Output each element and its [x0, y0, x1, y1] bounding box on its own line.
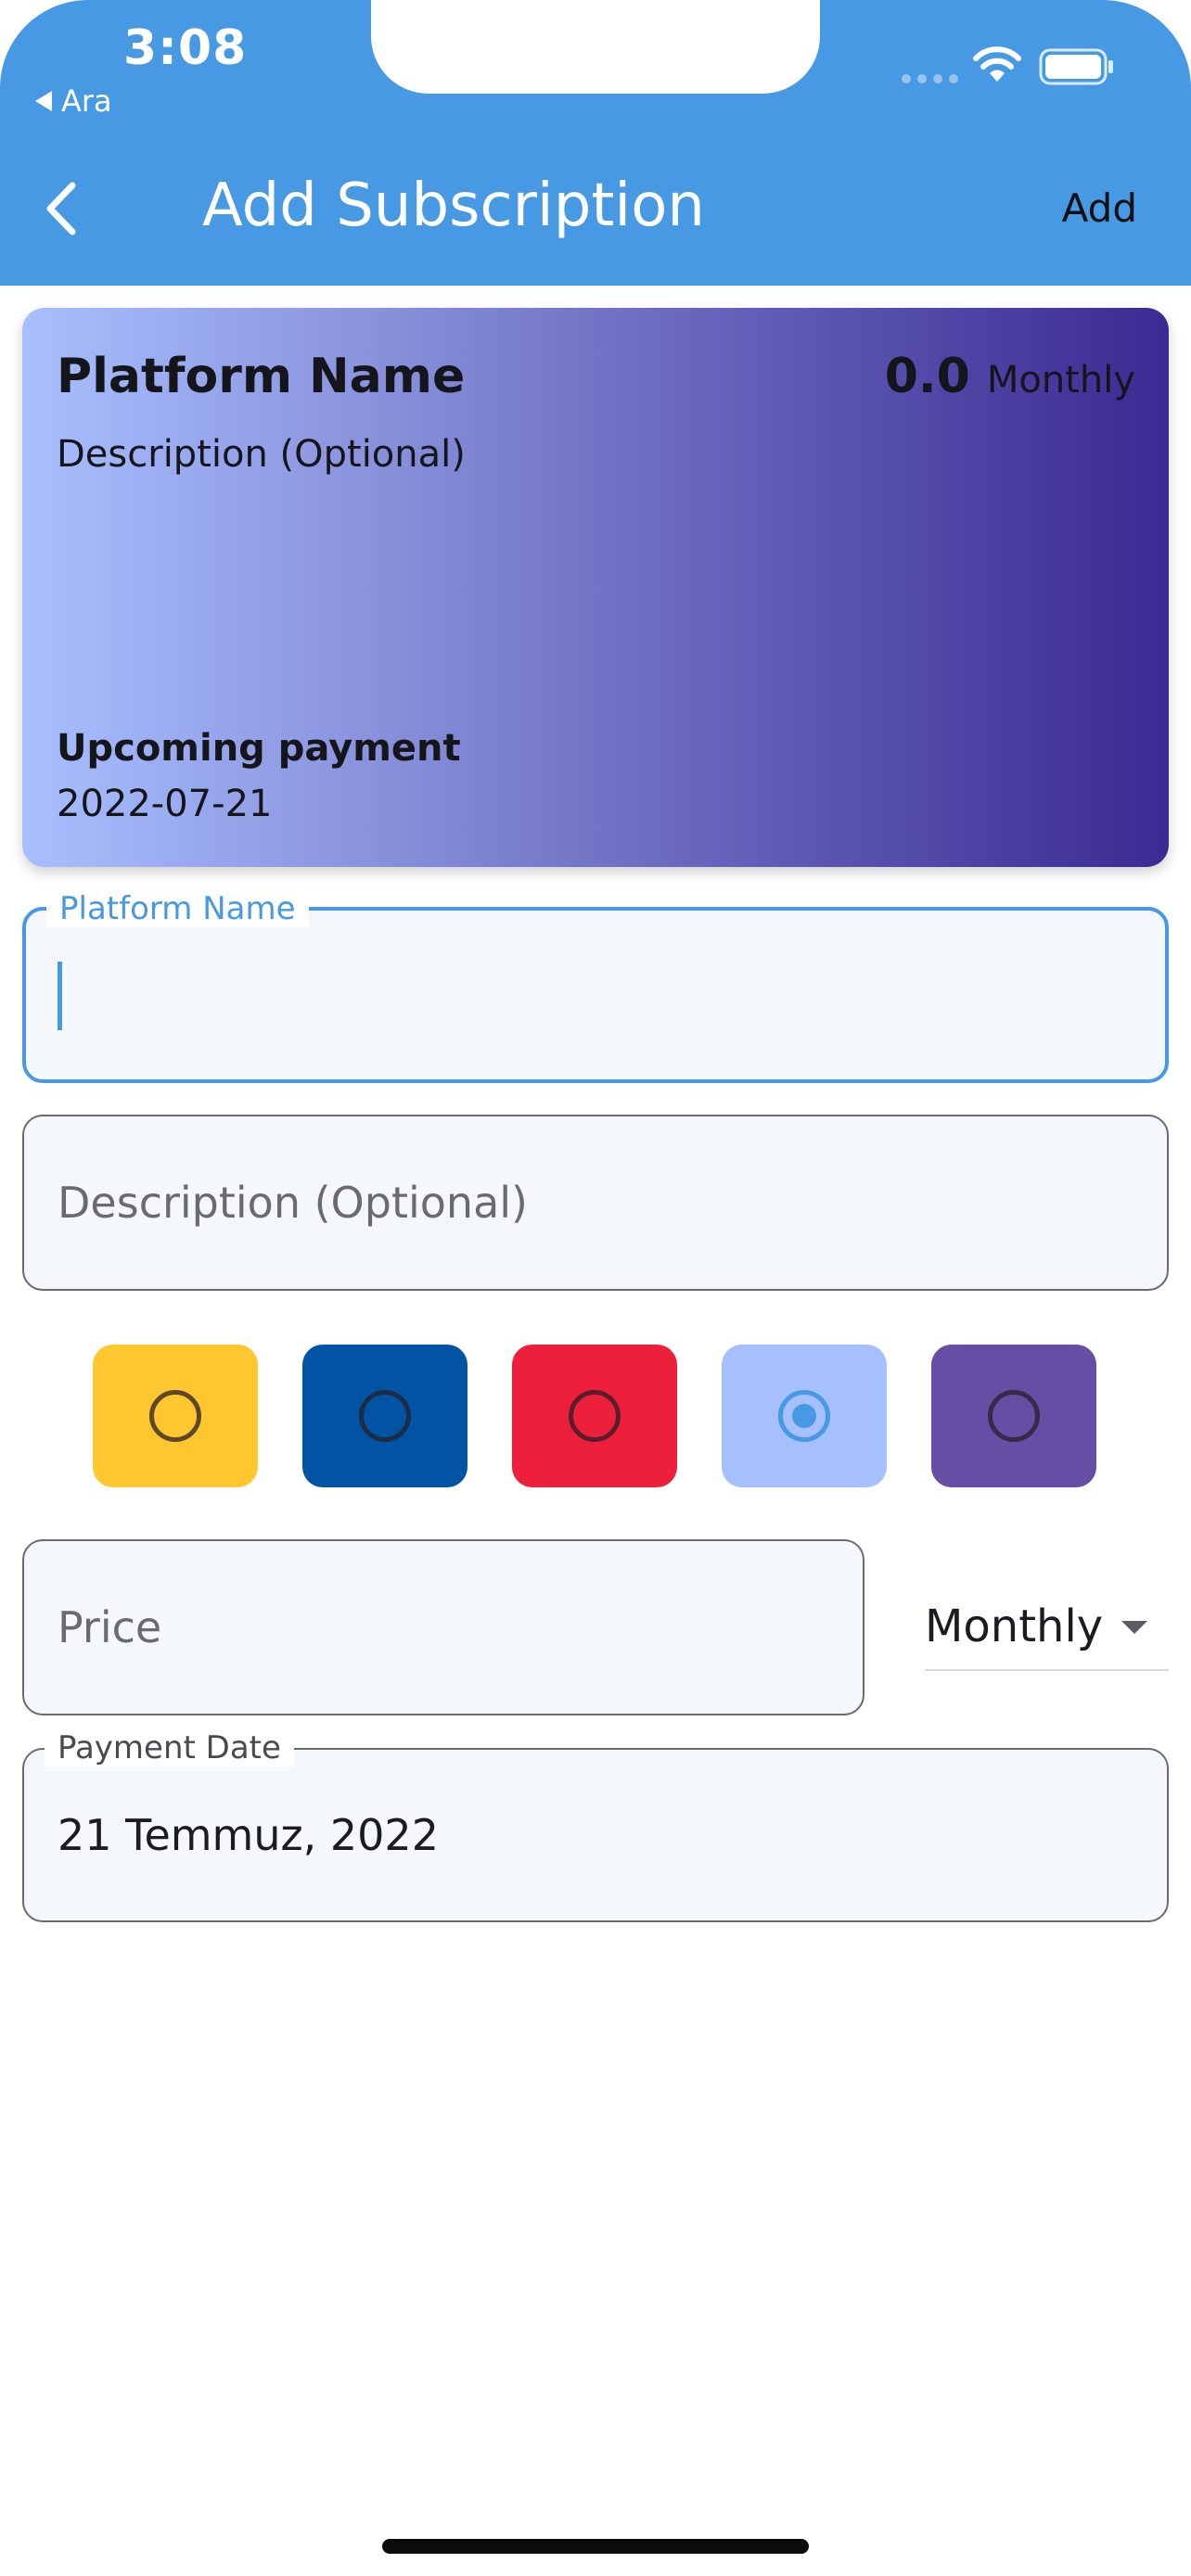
period-selected-value: Monthly [925, 1600, 1104, 1652]
card-price-amount: 0.0 [884, 349, 970, 404]
page-title: Add Subscription [202, 172, 705, 240]
radio-unselected-icon [569, 1390, 621, 1442]
description-input[interactable]: Description (Optional) [22, 1115, 1169, 1291]
price-input[interactable]: Price [22, 1539, 864, 1715]
back-to-app-label: Ara [61, 83, 112, 119]
color-swatch-red[interactable] [512, 1345, 677, 1487]
price-placeholder: Price [58, 1602, 162, 1652]
back-arrow-icon[interactable] [39, 176, 85, 241]
card-description: Description (Optional) [57, 433, 466, 476]
card-upcoming-date: 2022-07-21 [57, 783, 273, 825]
color-swatch-dark-blue[interactable] [302, 1345, 467, 1487]
wifi-icon [973, 46, 1021, 82]
radio-unselected-icon [988, 1390, 1040, 1442]
app-bar: 3:08 Ara Add Subscription Add [0, 0, 1191, 286]
payment-date-label: Payment Date [45, 1729, 294, 1766]
color-swatch-purple[interactable] [931, 1345, 1096, 1487]
card-upcoming-label: Upcoming payment [57, 727, 461, 770]
radio-selected-icon [778, 1390, 830, 1442]
card-price: 0.0 Monthly [885, 349, 1135, 404]
cellular-signal-icon [902, 74, 958, 83]
card-platform-name: Platform Name [57, 349, 466, 404]
color-swatch-light-blue[interactable] [722, 1345, 887, 1487]
battery-icon [1039, 48, 1113, 85]
text-caret [58, 962, 62, 1030]
back-triangle-icon [35, 91, 52, 111]
radio-unselected-icon [359, 1390, 411, 1442]
radio-dot [792, 1404, 816, 1428]
description-placeholder: Description (Optional) [58, 1178, 528, 1228]
dropdown-arrow-icon [1121, 1621, 1147, 1634]
platform-name-input[interactable]: Platform Name [22, 890, 1169, 1083]
status-time: 3:08 [123, 20, 248, 76]
home-indicator [382, 2539, 809, 2554]
payment-date-value: 21 Temmuz, 2022 [58, 1810, 439, 1860]
card-price-period: Monthly [986, 359, 1135, 402]
device-notch [371, 0, 820, 94]
payment-date-field[interactable]: Payment Date 21 Temmuz, 2022 [22, 1729, 1169, 1922]
period-dropdown[interactable]: Monthly [925, 1576, 1169, 1671]
color-swatch-yellow[interactable] [93, 1345, 258, 1487]
radio-unselected-icon [149, 1390, 201, 1442]
platform-name-label: Platform Name [46, 890, 309, 927]
add-button[interactable]: Add [1062, 185, 1137, 231]
back-to-previous-app[interactable]: Ara [35, 83, 112, 119]
subscription-preview-card: Platform Name 0.0 Monthly Description (O… [22, 308, 1169, 867]
